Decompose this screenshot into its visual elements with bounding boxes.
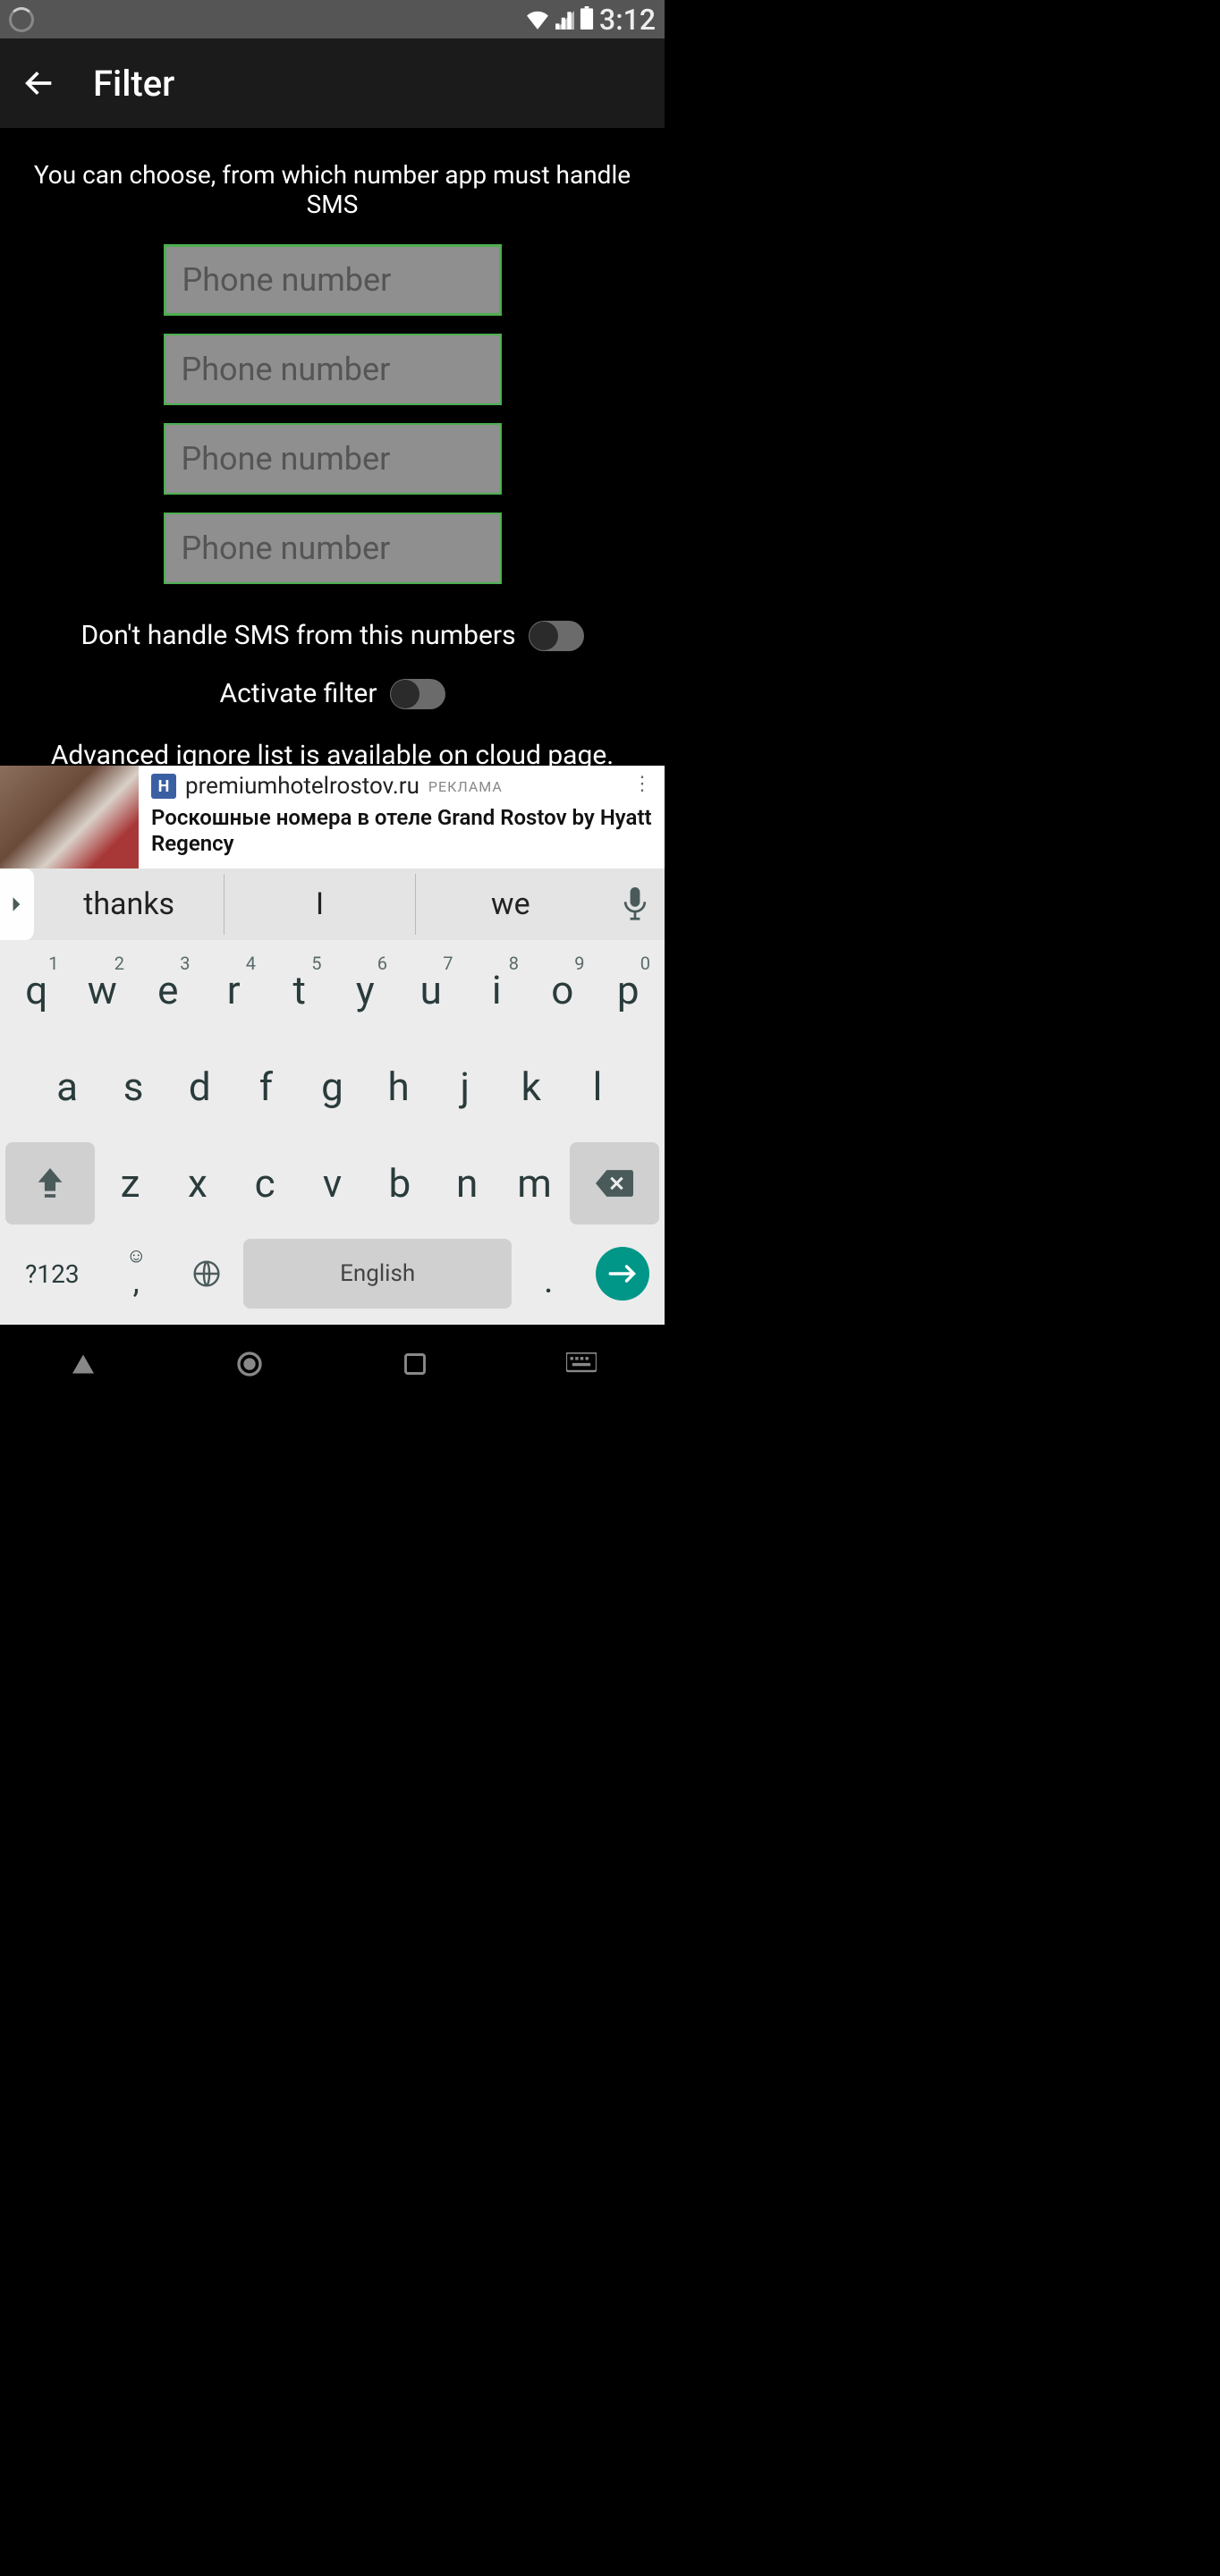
key-u[interactable]: 7u — [400, 949, 462, 1031]
space-key[interactable]: English — [243, 1239, 511, 1309]
key-v[interactable]: v — [301, 1142, 364, 1224]
emoji-comma-key[interactable]: ☺ , — [103, 1239, 170, 1309]
status-bar: 3:12 — [0, 0, 665, 38]
ad-headline: Роскошные номера в отеле Grand Rostov by… — [151, 805, 652, 857]
wifi-icon — [526, 3, 549, 37]
intro-text: You can choose, from which number app mu… — [0, 149, 665, 244]
status-time: 3:12 — [599, 3, 656, 37]
key-j[interactable]: j — [434, 1046, 496, 1128]
key-g[interactable]: g — [301, 1046, 363, 1128]
key-q[interactable]: 1q — [5, 949, 68, 1031]
dont-handle-toggle-row: Don't handle SMS from this numbers — [0, 620, 665, 651]
keyboard-row-3: zxcvbnm — [5, 1142, 659, 1224]
key-s[interactable]: s — [102, 1046, 165, 1128]
language-key[interactable] — [174, 1239, 241, 1309]
nav-home-button[interactable] — [214, 1342, 285, 1386]
expand-suggestions-button[interactable] — [0, 869, 34, 940]
activate-filter-label: Activate filter — [220, 678, 377, 709]
app-bar: Filter — [0, 38, 665, 128]
enter-key[interactable] — [586, 1239, 659, 1309]
activate-filter-toggle-row: Activate filter — [0, 678, 665, 709]
battery-icon — [580, 3, 594, 37]
key-l[interactable]: l — [566, 1046, 629, 1128]
period-key[interactable]: . — [515, 1239, 582, 1309]
ad-domain: premiumhotelrostov.ru — [185, 773, 419, 800]
key-a[interactable]: a — [36, 1046, 98, 1128]
dont-handle-switch[interactable] — [529, 621, 584, 651]
key-z[interactable]: z — [98, 1142, 162, 1224]
key-c[interactable]: c — [233, 1142, 297, 1224]
symbols-key[interactable]: ?123 — [5, 1239, 99, 1309]
mic-button[interactable] — [606, 887, 665, 921]
keyboard-row-2: asdfghjkl — [5, 1046, 659, 1128]
key-k[interactable]: k — [500, 1046, 563, 1128]
ad-image — [0, 766, 139, 869]
phone-input-1[interactable] — [164, 244, 502, 316]
key-o[interactable]: 9o — [531, 949, 594, 1031]
emoji-icon: ☺ — [126, 1244, 146, 1267]
keyboard-row-1: 1q2w3e4r5t6y7u8i9o0p — [5, 949, 659, 1031]
phone-input-3[interactable] — [164, 423, 502, 495]
keyboard: 1q2w3e4r5t6y7u8i9o0p asdfghjkl zxcvbnm ?… — [0, 940, 665, 1325]
key-t[interactable]: 5t — [268, 949, 331, 1031]
back-arrow-icon[interactable] — [21, 65, 57, 101]
ad-label: РЕКЛАМА — [428, 778, 503, 795]
ad-menu-icon[interactable]: ⋮ — [632, 773, 652, 795]
loading-spinner-icon — [9, 7, 34, 32]
key-h[interactable]: h — [368, 1046, 430, 1128]
nav-recents-button[interactable] — [379, 1342, 451, 1386]
suggestion-1[interactable]: thanks — [34, 874, 225, 935]
suggestion-2[interactable]: I — [225, 874, 415, 935]
phone-input-4[interactable] — [164, 513, 502, 584]
suggestion-bar: thanks I we — [0, 869, 665, 940]
key-p[interactable]: 0p — [597, 949, 660, 1031]
key-d[interactable]: d — [168, 1046, 231, 1128]
key-y[interactable]: 6y — [335, 949, 397, 1031]
key-r[interactable]: 4r — [203, 949, 266, 1031]
nav-back-button[interactable] — [47, 1342, 119, 1386]
android-nav-bar — [0, 1325, 665, 1403]
phone-input-2[interactable] — [164, 334, 502, 405]
suggestion-3[interactable]: we — [416, 874, 606, 935]
key-e[interactable]: 3e — [137, 949, 199, 1031]
content-area: You can choose, from which number app mu… — [0, 128, 665, 792]
key-m[interactable]: m — [503, 1142, 566, 1224]
nav-keyboard-button[interactable] — [546, 1342, 617, 1386]
key-i[interactable]: 8i — [466, 949, 529, 1031]
key-n[interactable]: n — [436, 1142, 499, 1224]
key-f[interactable]: f — [234, 1046, 297, 1128]
key-x[interactable]: x — [165, 1142, 229, 1224]
dont-handle-label: Don't handle SMS from this numbers — [80, 620, 515, 651]
backspace-key[interactable] — [570, 1142, 659, 1224]
signal-icon — [555, 3, 574, 37]
key-b[interactable]: b — [368, 1142, 431, 1224]
ad-logo-icon: H — [151, 774, 176, 799]
page-title: Filter — [93, 63, 174, 105]
keyboard-row-4: ?123 ☺ , English . — [5, 1239, 659, 1309]
ad-banner[interactable]: H premiumhotelrostov.ru РЕКЛАМА Роскошны… — [0, 766, 665, 869]
shift-key[interactable] — [5, 1142, 95, 1224]
key-w[interactable]: 2w — [72, 949, 134, 1031]
activate-filter-switch[interactable] — [390, 679, 445, 709]
